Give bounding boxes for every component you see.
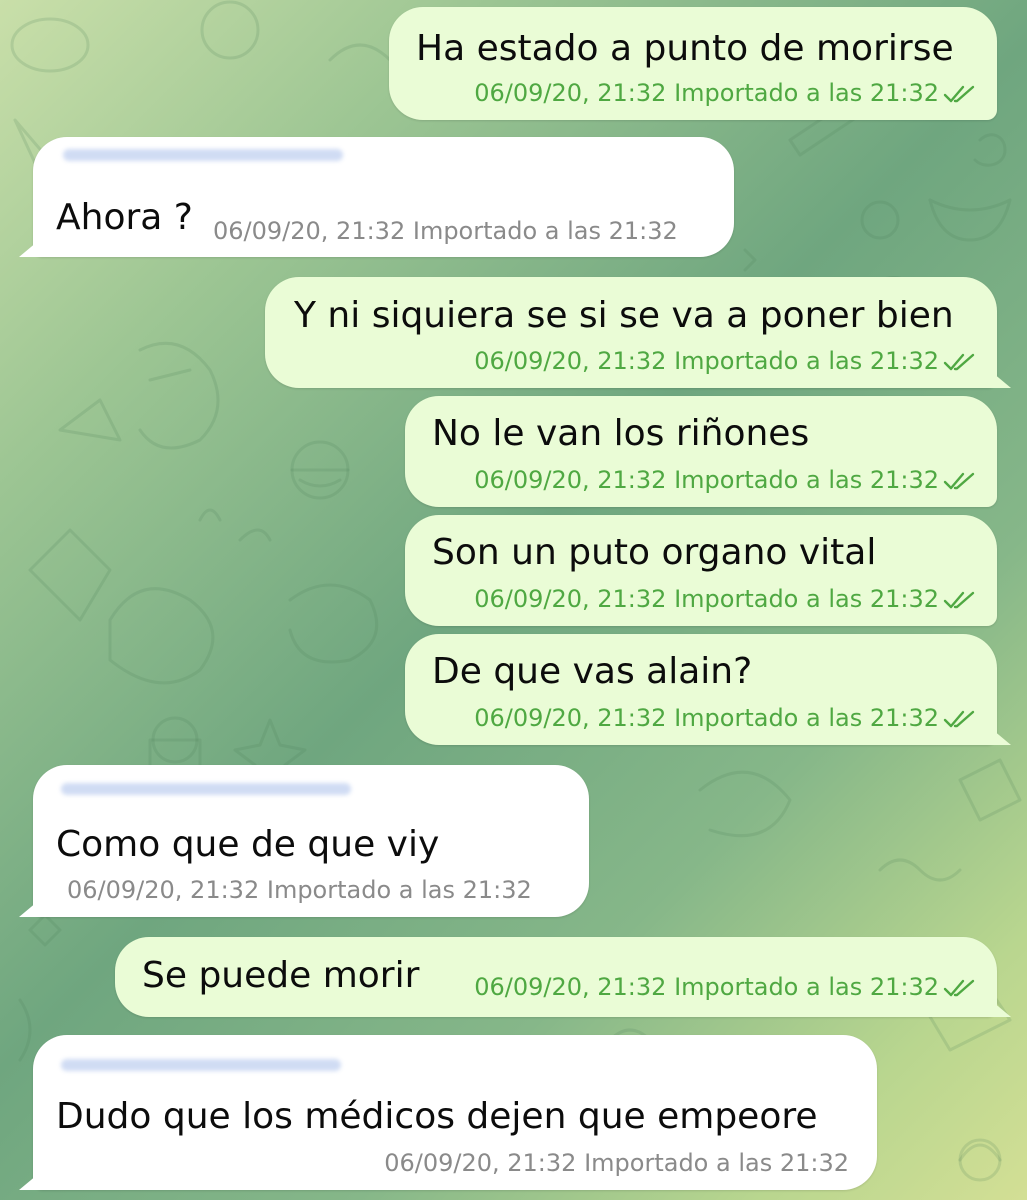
import-note: Importado a las 21:32 xyxy=(412,217,678,245)
message-timestamp: 06/09/20, 21:32 xyxy=(474,973,667,1001)
message-timestamp: 06/09/20, 21:32 xyxy=(474,585,667,613)
message-text: No le van los riñones xyxy=(432,413,810,454)
message-outgoing[interactable]: Y ni siquiera se si se va a poner bien 0… xyxy=(265,277,997,388)
message-incoming[interactable]: Dudo que los médicos dejen que empeore 0… xyxy=(33,1035,877,1190)
message-text: Ahora ? xyxy=(56,197,193,238)
message-text: De que vas alain? xyxy=(432,651,753,692)
message-meta: 06/09/20, 21:32 Importado a las 21:32 xyxy=(474,704,977,732)
message-timestamp: 06/09/20, 21:32 xyxy=(384,1149,577,1177)
import-note: Importado a las 21:32 xyxy=(674,704,939,732)
import-note: Importado a las 21:32 xyxy=(674,347,939,375)
sender-name-redacted xyxy=(61,1059,341,1071)
double-check-icon xyxy=(943,710,975,728)
message-meta: 06/09/20, 21:32 Importado a las 21:32 xyxy=(474,973,977,1001)
message-outgoing[interactable]: No le van los riñones 06/09/20, 21:32 Im… xyxy=(405,396,997,507)
message-timestamp: 06/09/20, 21:32 xyxy=(67,876,260,904)
message-outgoing[interactable]: Son un puto organo vital 06/09/20, 21:32… xyxy=(405,515,997,626)
import-note: Importado a las 21:32 xyxy=(674,79,939,107)
message-text: Ha estado a punto de morirse xyxy=(416,28,954,69)
message-timestamp: 06/09/20, 21:32 xyxy=(474,347,667,375)
message-text: Y ni siquiera se si se va a poner bien xyxy=(294,295,954,336)
message-text: Como que de que viy xyxy=(56,824,440,865)
message-meta: 06/09/20, 21:32 Importado a las 21:32 xyxy=(474,347,977,375)
import-note: Importado a las 21:32 xyxy=(674,585,939,613)
message-meta: 06/09/20, 21:32 Importado a las 21:32 xyxy=(474,466,977,494)
double-check-icon xyxy=(943,85,975,103)
message-incoming[interactable]: Como que de que viy 06/09/20, 21:32 Impo… xyxy=(33,765,589,917)
message-text: Dudo que los médicos dejen que empeore xyxy=(56,1096,818,1137)
message-meta: 06/09/20, 21:32 Importado a las 21:32 xyxy=(384,1149,849,1177)
message-text: Son un puto organo vital xyxy=(432,532,877,573)
message-timestamp: 06/09/20, 21:32 xyxy=(474,79,667,107)
message-timestamp: 06/09/20, 21:32 xyxy=(474,466,667,494)
import-note: Importado a las 21:32 xyxy=(584,1149,849,1177)
message-meta: 06/09/20, 21:32 Importado a las 21:32 xyxy=(213,217,678,245)
message-outgoing[interactable]: Ha estado a punto de morirse 06/09/20, 2… xyxy=(389,7,997,120)
import-note: Importado a las 21:32 xyxy=(674,973,939,1001)
message-timestamp: 06/09/20, 21:32 xyxy=(474,704,667,732)
chat-messages-list: Ha estado a punto de morirse 06/09/20, 2… xyxy=(0,0,1027,1200)
message-meta: 06/09/20, 21:32 Importado a las 21:32 xyxy=(474,585,977,613)
sender-name-redacted xyxy=(63,149,343,161)
double-check-icon xyxy=(943,472,975,490)
message-outgoing[interactable]: Se puede morir 06/09/20, 21:32 Importado… xyxy=(115,937,997,1017)
import-note: Importado a las 21:32 xyxy=(266,876,532,904)
double-check-icon xyxy=(943,591,975,609)
message-text: Se puede morir xyxy=(142,955,420,996)
message-outgoing[interactable]: De que vas alain? 06/09/20, 21:32 Import… xyxy=(405,634,997,745)
double-check-icon xyxy=(943,979,975,997)
double-check-icon xyxy=(943,353,975,371)
message-meta: 06/09/20, 21:32 Importado a las 21:32 xyxy=(474,79,977,107)
message-meta: 06/09/20, 21:32 Importado a las 21:32 xyxy=(67,876,532,904)
message-incoming[interactable]: Ahora ? 06/09/20, 21:32 Importado a las … xyxy=(33,137,734,257)
sender-name-redacted xyxy=(61,783,351,795)
import-note: Importado a las 21:32 xyxy=(674,466,939,494)
message-timestamp: 06/09/20, 21:32 xyxy=(213,217,406,245)
